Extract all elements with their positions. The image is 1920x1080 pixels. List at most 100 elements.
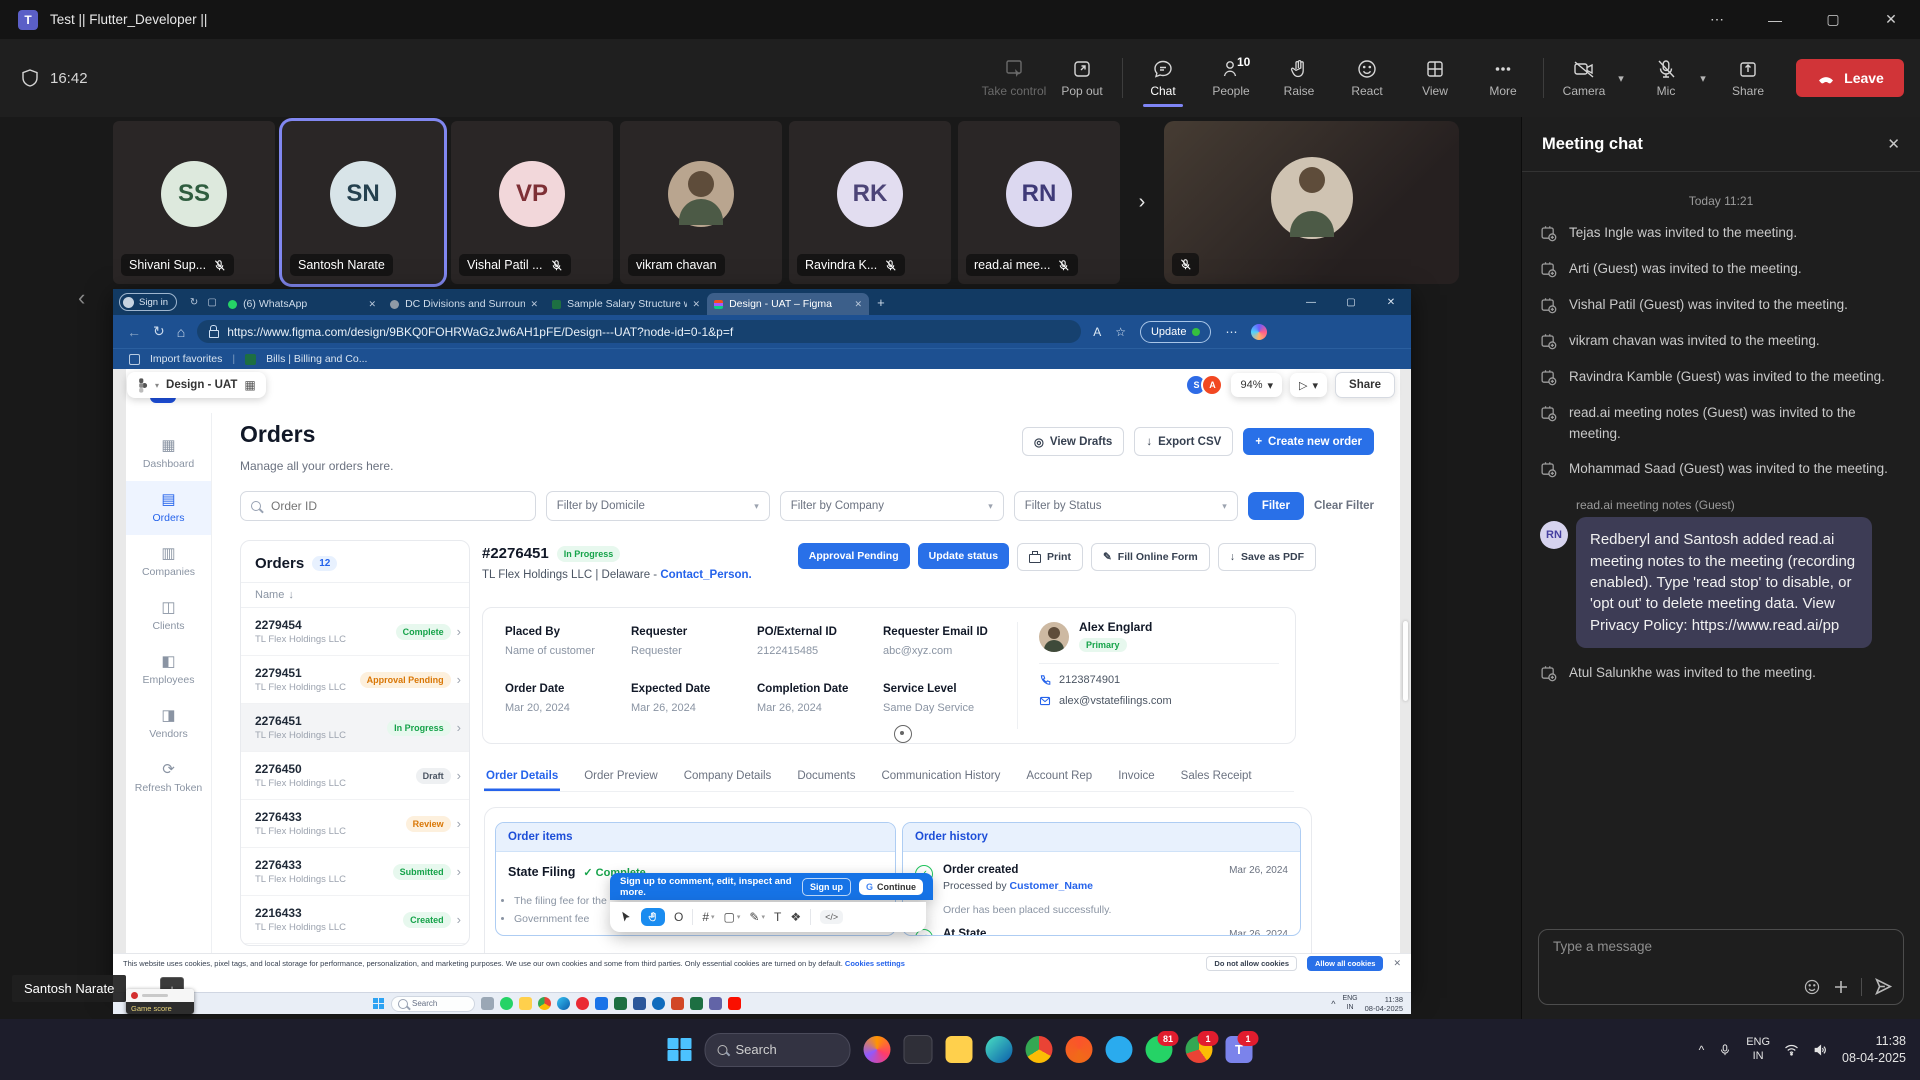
print-button[interactable]: Print [1017,543,1083,571]
browser-tab[interactable]: Design - UAT – Figma ✕ [707,293,869,315]
shared-clock[interactable]: 11:3808-04-2025 [1365,995,1403,1013]
tiles-scroll-left-icon[interactable]: ‹ [78,285,85,311]
figma-canvas[interactable]: ▦ Dashboard ▤ Orders ▥ Companies [113,369,1411,953]
browser-menu-icon[interactable]: ⋯ [1225,325,1237,339]
shared-app-icon[interactable] [671,997,684,1010]
figma-share-button[interactable]: Share [1335,372,1395,398]
shared-language-indicator[interactable]: ENGIN [1342,995,1357,1011]
shared-app-icon[interactable] [690,997,703,1010]
tiles-scroll-right-icon[interactable]: › [1127,191,1157,214]
clear-filter-button[interactable]: Clear Filter [1314,500,1374,512]
browser-update-button[interactable]: Update [1140,321,1211,343]
browser-tab[interactable]: DC Divisions and Surroundings ✕ [383,293,545,315]
cookies-settings-link[interactable]: Cookies settings [845,959,905,968]
shared-app-icon[interactable] [709,997,722,1010]
table-row[interactable]: 2279454 TL Flex Holdings LLC Complete › [241,608,469,656]
contact-phone[interactable]: 2123874901 [1059,674,1120,686]
order-tab[interactable]: Account Rep [1024,770,1094,791]
taskbar-app-icon[interactable]: 1 [1186,1036,1213,1063]
taskbar-clock[interactable]: 11:3808-04-2025 [1842,1033,1906,1067]
chat-message-list[interactable]: Today 11:21 Tejas Ingle was invited to t… [1522,172,1920,917]
participant-tile[interactable]: SS Shivani Sup... [113,121,275,284]
filter-button[interactable]: Filter [1248,492,1304,520]
text-tool-icon[interactable]: T [774,910,781,924]
fill-online-form-button[interactable]: ✎Fill Online Form [1091,543,1210,571]
window-maximize-button[interactable]: ▢ [1804,11,1862,28]
dev-mode-toggle[interactable]: </> [820,910,843,924]
filter-dropdown[interactable]: Filter by Domicile ▾ [546,491,770,521]
refresh-icon[interactable]: ↻ [153,323,165,340]
move-tool-icon[interactable] [620,911,632,923]
home-icon[interactable]: ⌂ [177,324,185,340]
customer-name-link[interactable]: Customer_Name [1010,880,1093,892]
pop-out-button[interactable]: Pop out [1048,47,1116,109]
browser-tab[interactable]: (6) WhatsApp ✕ [221,293,383,315]
chat-button[interactable]: Chat [1129,47,1197,109]
attach-plus-icon[interactable] [1833,979,1849,995]
start-button[interactable] [668,1038,692,1062]
chat-message-input[interactable] [1551,938,1891,955]
participant-tile[interactable]: RK Ravindra K... [789,121,951,284]
window-minimize-button[interactable]: — [1746,12,1804,28]
order-tab[interactable]: Order Preview [582,770,660,791]
table-row[interactable]: 2276433 TL Flex Holdings LLC Submitted › [241,848,469,896]
figma-file-name[interactable]: Design - UAT [166,379,237,391]
camera-button[interactable]: Camera [1550,47,1618,109]
taskbar-app-icon[interactable] [1106,1036,1133,1063]
emoji-icon[interactable] [1803,978,1821,996]
shared-app-icon[interactable] [538,997,551,1010]
taskbar-app-icon[interactable] [1026,1036,1053,1063]
table-row[interactable]: 2276450 TL Flex Holdings LLC Draft › [241,752,469,800]
order-id-search[interactable] [240,491,536,521]
orders-name-column[interactable]: Name ↓ [241,583,469,608]
table-row[interactable]: 2276433 TL Flex Holdings LLC Review › [241,800,469,848]
order-tab[interactable]: Sales Receipt [1179,770,1254,791]
language-indicator[interactable]: ENGIN [1746,1036,1770,1064]
copilot-icon[interactable] [1251,324,1267,340]
taskbar-search[interactable]: Search [705,1033,851,1067]
tab-close-icon[interactable]: ✕ [369,299,377,310]
shared-app-icon[interactable] [500,997,513,1010]
contact-email[interactable]: alex@vstatefilings.com [1059,695,1172,707]
rectangle-tool-icon[interactable]: ▢▾ [724,910,741,924]
favorite-star-icon[interactable]: ☆ [1115,325,1126,339]
participant-tile[interactable]: RN read.ai mee... [958,121,1120,284]
shared-app-icon[interactable] [557,997,570,1010]
bookmark-bills[interactable]: Bills | Billing and Co... [266,353,367,365]
sidebar-item[interactable]: ▤ Orders [126,481,211,535]
send-icon[interactable] [1874,977,1893,996]
tab-close-icon[interactable]: ✕ [855,299,863,310]
shared-search-box[interactable]: Search [391,996,475,1012]
shared-start-icon[interactable] [373,998,385,1010]
canvas-scrollbar[interactable] [1403,621,1408,701]
participant-tile[interactable]: vikram chavan [620,121,782,284]
hidden-icons-chevron[interactable]: ^ [1699,1043,1705,1057]
take-control-button[interactable]: Take control [980,47,1048,109]
order-tab[interactable]: Company Details [682,770,774,791]
sidebar-item[interactable]: ▥ Companies [126,535,211,589]
taskbar-app-icon[interactable]: T 1 [1226,1036,1253,1063]
pen-tool-icon[interactable]: ✎▾ [749,910,765,924]
table-row[interactable]: 2279451 TL Flex Holdings LLC Approval Pe… [241,656,469,704]
sidebar-item[interactable]: ◧ Employees [126,643,211,697]
shared-app-icon[interactable] [481,997,494,1010]
cookie-close-icon[interactable]: ✕ [1393,958,1401,969]
tab-close-icon[interactable]: ✕ [531,299,539,310]
deny-cookies-button[interactable]: Do not allow cookies [1206,956,1297,971]
frame-tool-icon[interactable]: #▾ [702,910,714,924]
order-tab[interactable]: Invoice [1116,770,1156,791]
shared-app-icon[interactable] [633,997,646,1010]
hand-tool-icon[interactable] [641,908,665,926]
share-button[interactable]: Share [1714,47,1782,109]
new-tab-button[interactable]: + [877,295,885,310]
browser-close-button[interactable]: ✕ [1371,297,1411,308]
window-close-button[interactable]: ✕ [1862,11,1920,28]
layout-grid-icon[interactable]: ▦ [244,378,255,392]
browser-minimize-button[interactable]: — [1291,297,1331,308]
shared-app-icon[interactable] [652,997,665,1010]
taskbar-app-icon[interactable] [986,1036,1013,1063]
chat-input-box[interactable] [1538,929,1904,1005]
table-row[interactable]: 2216433 TL Flex Holdings LLC Created › [241,896,469,944]
browser-profile-button[interactable]: Sign in [119,293,177,311]
allow-cookies-button[interactable]: Allow all cookies [1307,956,1383,971]
